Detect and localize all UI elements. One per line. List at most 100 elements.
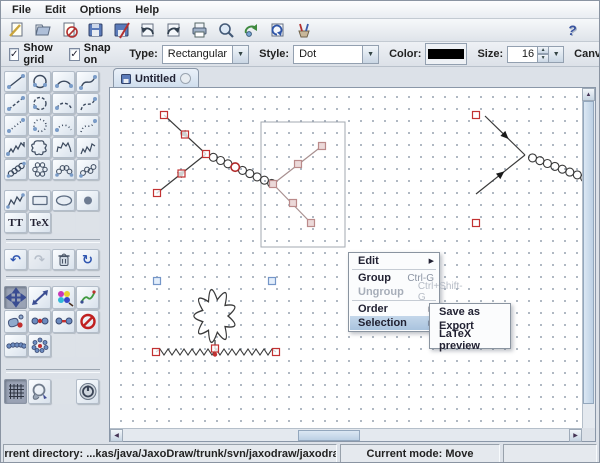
grid-type-select[interactable]: Rectangular ▼	[162, 45, 249, 64]
horizontal-scrollbar[interactable]: ◀ ▶	[110, 428, 582, 441]
scalar-loop-tool[interactable]	[28, 93, 51, 114]
grid-color-swatch[interactable]	[425, 43, 467, 65]
photon-arc-tool[interactable]	[52, 137, 75, 158]
chain-tool[interactable]	[4, 334, 27, 357]
grouped-fermion-line[interactable]	[273, 146, 322, 223]
ellipse-tool[interactable]	[52, 190, 75, 211]
drawing-canvas[interactable]	[110, 88, 582, 428]
grid-size-spinner[interactable]: 16 ▲ ▼ ▼	[507, 46, 564, 63]
save-icon[interactable]	[84, 20, 108, 40]
blue-point[interactable]	[154, 278, 276, 285]
latex-icon[interactable]	[240, 20, 264, 40]
ungroup-tool[interactable]	[52, 310, 75, 333]
submenu-item-save-as[interactable]: Save as	[431, 305, 509, 319]
trash-icon[interactable]	[52, 249, 75, 270]
grouped-vertex-point[interactable]	[270, 143, 326, 227]
group-tool[interactable]	[28, 310, 51, 333]
gluon-line-tool[interactable]	[4, 159, 27, 180]
vertex-loop-tool[interactable]	[28, 334, 51, 357]
context-menu-item-order[interactable]: Order ▶	[350, 302, 438, 316]
edit-object-tool[interactable]	[76, 286, 99, 309]
refresh-icon[interactable]	[266, 20, 290, 40]
chevron-down-icon[interactable]: ▼	[549, 46, 564, 63]
menu-file[interactable]: File	[5, 3, 38, 17]
scroll-left-icon[interactable]: ◀	[110, 429, 123, 442]
latex-text-tool[interactable]: TeX	[28, 212, 51, 233]
help-icon[interactable]: ?	[561, 20, 583, 40]
horizontal-scroll-thumb[interactable]	[298, 430, 360, 441]
grid-toggle-tool[interactable]	[4, 379, 27, 404]
scalar-arc-tool[interactable]	[52, 93, 75, 114]
ghost-arc-tool[interactable]	[52, 115, 75, 136]
resize-tool[interactable]	[28, 286, 51, 309]
ghost-bezier-tool[interactable]	[76, 115, 99, 136]
menu-help[interactable]: Help	[128, 3, 166, 17]
block-icon[interactable]	[76, 310, 99, 333]
fermion-line[interactable]	[157, 115, 206, 193]
context-menu-item-selection[interactable]: Selection ▶	[350, 316, 438, 330]
vertex-dot[interactable]	[213, 352, 217, 356]
fermion-loop-tool[interactable]	[28, 71, 51, 92]
box-tool[interactable]	[28, 190, 51, 211]
export-icon[interactable]	[162, 20, 186, 40]
undo-icon[interactable]: ↶	[4, 249, 27, 270]
import-icon[interactable]	[136, 20, 160, 40]
close-icon[interactable]	[58, 20, 82, 40]
save-as-icon[interactable]	[110, 20, 134, 40]
ghost-loop-tool[interactable]	[28, 115, 51, 136]
scroll-up-icon[interactable]: ▲	[582, 88, 595, 101]
print-icon[interactable]	[188, 20, 212, 40]
menu-options[interactable]: Options	[73, 3, 129, 17]
selected-gluon-point[interactable]	[231, 163, 239, 171]
fermion-line[interactable]	[476, 116, 525, 194]
redo-icon[interactable]: ↷	[28, 249, 51, 270]
chevron-down-icon[interactable]: ▼	[232, 46, 248, 63]
text-tool[interactable]: TT	[4, 212, 27, 233]
blob-tool[interactable]	[76, 190, 99, 211]
vertex-point[interactable]	[154, 112, 210, 197]
spinner-buttons[interactable]: ▲ ▼	[538, 46, 549, 63]
scroll-right-icon[interactable]: ▶	[569, 429, 582, 442]
zigzag-line-tool[interactable]	[4, 190, 27, 211]
photon-line-tool[interactable]	[4, 137, 27, 158]
fermion-arc-tool[interactable]	[52, 71, 75, 92]
gluon-arc-tool[interactable]	[52, 159, 75, 180]
chevron-down-icon[interactable]: ▼	[362, 46, 378, 63]
magnify-tool[interactable]	[28, 379, 51, 404]
spinner-up-icon[interactable]: ▲	[538, 46, 549, 55]
edit-preferences-icon[interactable]	[292, 20, 316, 40]
vertical-scroll-thumb[interactable]	[583, 101, 594, 404]
ghost-line-tool[interactable]	[4, 115, 27, 136]
tab-close-icon[interactable]	[180, 73, 191, 84]
photon-loop-tool[interactable]	[28, 137, 51, 158]
photon-bezier-tool[interactable]	[76, 137, 99, 158]
gluon-line[interactable]	[209, 153, 275, 187]
vertical-scrollbar[interactable]: ▲ ▼	[582, 88, 595, 441]
move-tool[interactable]	[4, 286, 27, 309]
snap-on-checkbox[interactable]: ✓ Snap on	[69, 42, 113, 66]
vertex-point[interactable]	[473, 112, 480, 227]
scalar-bezier-tool[interactable]	[76, 93, 99, 114]
spinner-down-icon[interactable]: ▼	[538, 54, 549, 63]
color-tool[interactable]	[52, 286, 75, 309]
fermion-line-tool[interactable]	[4, 71, 27, 92]
scalar-line-tool[interactable]	[4, 93, 27, 114]
fermion-bezier-tool[interactable]	[76, 71, 99, 92]
refresh-canvas-icon[interactable]: ↻	[76, 249, 99, 270]
context-menu-item-edit[interactable]: Edit ▶	[350, 254, 438, 268]
submenu-item-latex-preview[interactable]: LaTeX preview	[431, 333, 509, 347]
loop-blob[interactable]	[194, 290, 235, 343]
gluon-loop-tool[interactable]	[28, 159, 51, 180]
open-icon[interactable]	[32, 20, 56, 40]
grid-style-select[interactable]: Dot ▼	[293, 45, 379, 64]
duplicate-tool[interactable]	[4, 310, 27, 333]
gluon-line[interactable]	[529, 154, 583, 182]
grid-size-value[interactable]: 16	[507, 46, 538, 63]
show-grid-checkbox[interactable]: ✓ Show grid	[9, 42, 55, 66]
preview-icon[interactable]	[214, 20, 238, 40]
exit-tool[interactable]	[76, 379, 99, 404]
new-icon[interactable]	[6, 20, 30, 40]
gluon-bezier-tool[interactable]	[76, 159, 99, 180]
tab-untitled[interactable]: Untitled	[113, 68, 199, 88]
menu-edit[interactable]: Edit	[38, 3, 73, 17]
